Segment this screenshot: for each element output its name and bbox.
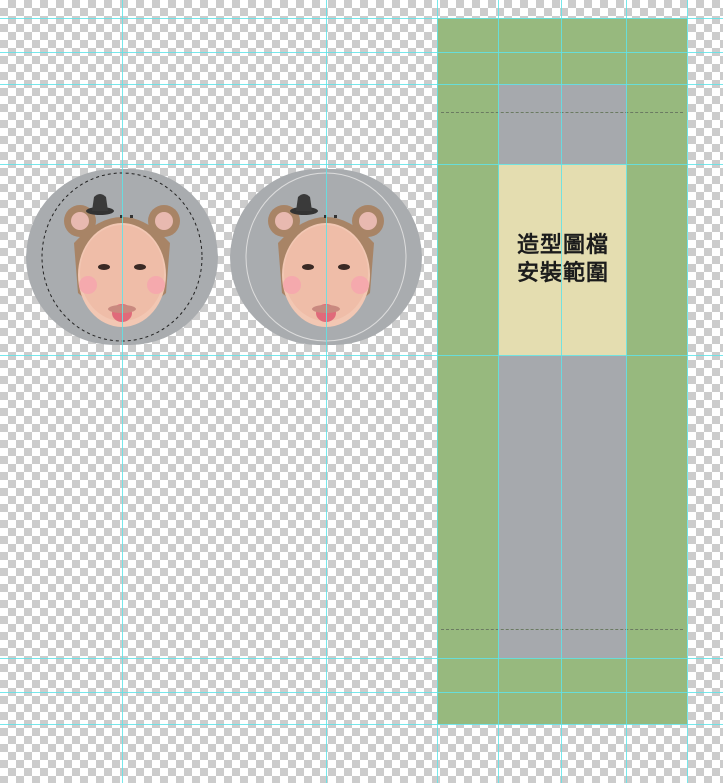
install-area-label-line1: 造型圖檔 [516, 233, 609, 258]
guide-horizontal[interactable] [0, 84, 723, 85]
upper-gray-section [499, 84, 627, 164]
guide-horizontal[interactable] [0, 18, 723, 19]
lower-dashed-line [441, 629, 683, 630]
guide-vertical[interactable] [437, 0, 438, 783]
upper-dashed-line [441, 112, 683, 113]
guide-horizontal[interactable] [0, 724, 723, 725]
guide-horizontal[interactable] [0, 52, 723, 53]
guide-vertical[interactable] [626, 0, 627, 783]
guide-vertical[interactable] [122, 0, 123, 783]
install-area-label-line2: 安裝範圍 [516, 261, 609, 286]
guide-vertical[interactable] [326, 0, 327, 783]
guide-horizontal[interactable] [0, 355, 723, 356]
pen-mockup-panel: 造型圖檔 安裝範圍 [437, 18, 687, 724]
guide-vertical[interactable] [687, 0, 688, 783]
install-area: 造型圖檔 安裝範圍 [499, 164, 627, 356]
guide-horizontal[interactable] [0, 692, 723, 693]
guide-horizontal[interactable] [0, 164, 723, 165]
guide-vertical[interactable] [498, 0, 499, 783]
guide-horizontal[interactable] [0, 658, 723, 659]
guide-vertical[interactable] [561, 0, 562, 783]
lower-gray-section [499, 356, 627, 658]
